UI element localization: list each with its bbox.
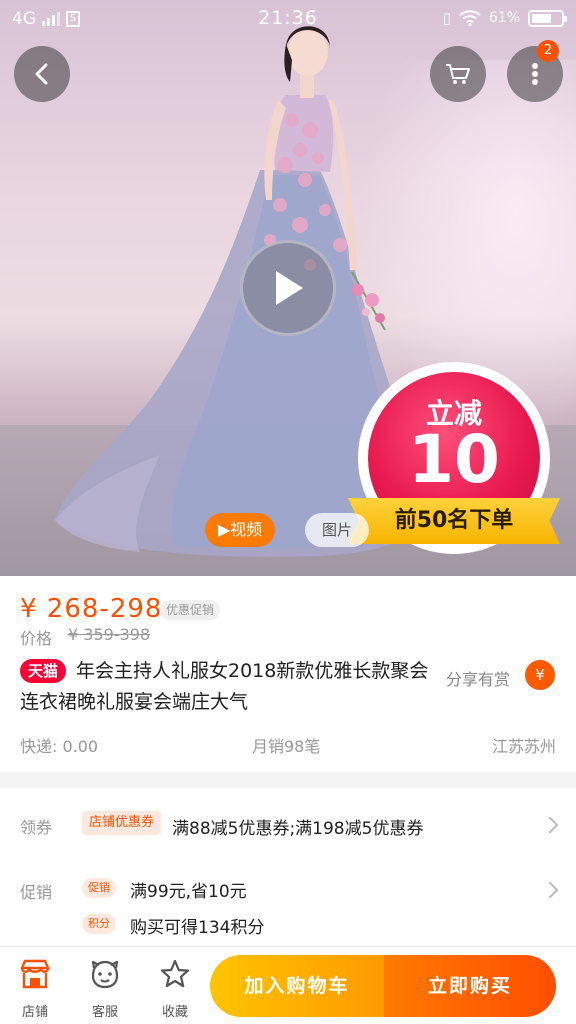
product-title: 年会主持人礼服女2018新款优雅长款聚会连衣裙晚礼服宴会端庄大气 bbox=[20, 660, 429, 713]
chevron-right-icon bbox=[541, 881, 559, 899]
cart-icon bbox=[446, 64, 470, 84]
store-tab-label: 店铺 bbox=[21, 1005, 48, 1020]
price: ¥ 268-298 bbox=[20, 594, 163, 624]
promotion-text: 满99元,省10元 bbox=[130, 882, 247, 902]
video-tab[interactable]: ▶视频 bbox=[205, 513, 275, 547]
discount-sticker: 立减 10 前50名下单 bbox=[348, 362, 560, 562]
chevron-right-icon bbox=[541, 816, 559, 834]
customer-service-icon bbox=[91, 960, 119, 989]
points-tag: 积分 bbox=[82, 914, 116, 934]
discount-ribbon: 前50名下单 bbox=[348, 498, 560, 544]
battery-percent: 61% bbox=[488, 10, 520, 26]
status-bar: 4G S 21:36 ▯ 61% bbox=[0, 0, 576, 38]
price-tag: 优惠促销 bbox=[160, 600, 221, 620]
share-label[interactable]: 分享有赏 bbox=[446, 666, 510, 690]
monthly-sales: 月销98笔 bbox=[252, 737, 321, 756]
promotion-tag: 促销 bbox=[82, 878, 116, 898]
cart-button[interactable] bbox=[430, 46, 486, 102]
play-icon bbox=[276, 271, 303, 305]
buy-now-button[interactable]: 立即购买 bbox=[384, 955, 556, 1017]
favorite-tab[interactable]: 收藏 bbox=[145, 957, 205, 1020]
ship-from-location: 江苏苏州 bbox=[491, 737, 556, 756]
customer-service-tab-label: 客服 bbox=[91, 1005, 118, 1020]
notification-badge: 2 bbox=[537, 40, 559, 62]
back-button[interactable] bbox=[14, 46, 70, 102]
store-icon bbox=[20, 959, 50, 989]
add-to-cart-button[interactable]: 加入购物车 bbox=[210, 955, 384, 1017]
more-vertical-icon bbox=[532, 63, 538, 85]
star-icon bbox=[160, 959, 190, 988]
battery-icon bbox=[528, 9, 567, 27]
product-info: ¥ 268-298 优惠促销 价格 ¥ 359-398 年会主持人礼服女2018… bbox=[0, 576, 576, 772]
offers-panel: 领券 店铺优惠券 满88减5优惠券;满198减5优惠券 促销 促销 满99元,省… bbox=[0, 788, 576, 948]
more-menu-button[interactable]: 2 bbox=[507, 40, 563, 102]
chevron-left-icon bbox=[35, 63, 48, 85]
wifi-icon bbox=[459, 10, 481, 26]
tmall-badge: 天猫 bbox=[20, 659, 67, 683]
product-image[interactable]: 4G S 21:36 ▯ 61% 2 立减 10 前50名下单 ▶视频 图片 bbox=[0, 0, 576, 576]
points-text: 购买可得134积分 bbox=[130, 918, 265, 938]
customer-service-tab[interactable]: 客服 bbox=[75, 957, 135, 1020]
money-bag-icon[interactable]: ¥ bbox=[525, 660, 555, 690]
bottom-action-bar: 店铺 客服 收藏 加入购物车 立即购买 bbox=[0, 946, 576, 1024]
vibrate-icon: ▯ bbox=[442, 9, 451, 27]
coupon-label: 领券 bbox=[20, 818, 53, 837]
discount-amount: 10 bbox=[408, 421, 500, 498]
coupon-text: 满88减5优惠券;满198减5优惠券 bbox=[172, 819, 424, 839]
shipping-fee: 快递: 0.00 bbox=[20, 737, 99, 756]
pictures-tab[interactable]: 图片 bbox=[305, 513, 369, 547]
original-price-label: 价格 bbox=[20, 629, 53, 648]
play-video-button[interactable] bbox=[240, 240, 336, 336]
store-tab[interactable]: 店铺 bbox=[5, 957, 65, 1020]
promotion-label: 促销 bbox=[20, 883, 53, 902]
original-price: ¥ 359-398 bbox=[68, 625, 151, 644]
favorite-tab-label: 收藏 bbox=[161, 1005, 188, 1020]
product-detail-screen: 4G S 21:36 ▯ 61% 2 立减 10 前50名下单 ▶视频 图片 ¥… bbox=[0, 0, 576, 1024]
store-coupon-tag: 店铺优惠券 bbox=[82, 811, 162, 835]
